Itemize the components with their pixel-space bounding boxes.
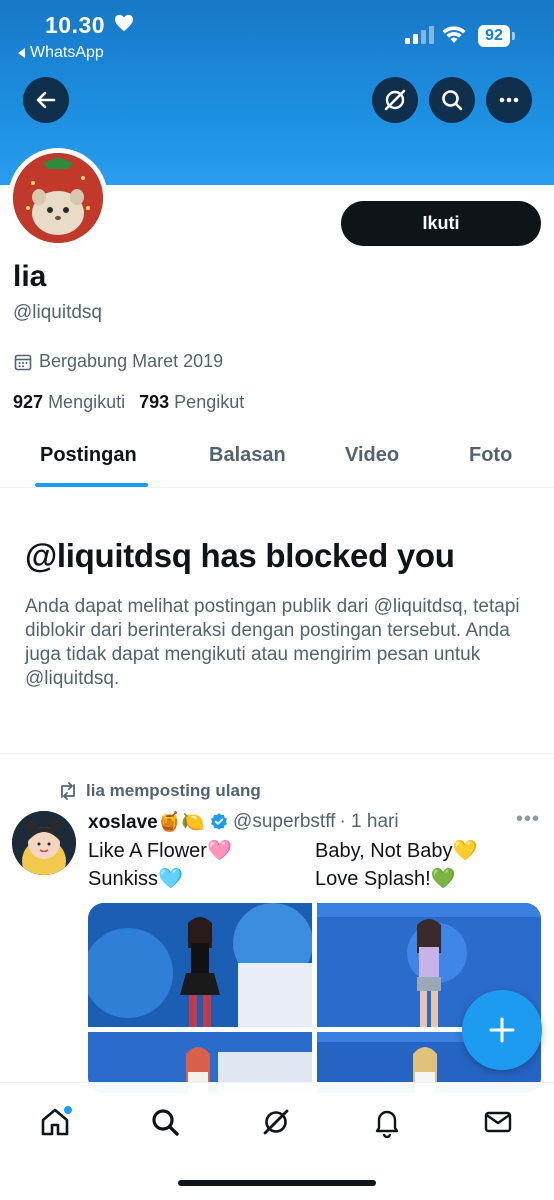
follow-stats: 927 Mengikuti 793 Pengikut <box>13 392 244 413</box>
tab-balasan[interactable]: Balasan <box>209 444 286 467</box>
back-triangle-icon <box>18 48 25 58</box>
status-time: 10.30 <box>45 12 106 38</box>
repost-indicator: lia memposting ulang <box>58 781 261 801</box>
tweet-photo[interactable] <box>88 903 312 1027</box>
tweet-author-avatar[interactable] <box>12 811 76 875</box>
arrow-left-icon <box>36 91 56 109</box>
status-bar: 10.30 WhatsApp 92 <box>0 0 554 70</box>
joined-date: Bergabung Maret 2019 <box>13 351 223 372</box>
follow-button[interactable]: Ikuti <box>341 201 541 246</box>
repost-label[interactable]: lia memposting ulang <box>86 781 261 801</box>
nav-messages[interactable] <box>481 1105 515 1139</box>
tab-postingan[interactable]: Postingan <box>40 444 137 467</box>
verified-badge-icon <box>211 813 227 830</box>
followers-label: Pengikut <box>174 392 245 412</box>
followers-link[interactable]: 793 Pengikut <box>139 392 244 413</box>
repost-icon <box>61 782 75 800</box>
search-button[interactable] <box>429 77 475 123</box>
profile-name: lia <box>13 260 47 293</box>
nav-grok[interactable] <box>259 1105 293 1139</box>
more-horizontal-icon <box>499 97 519 103</box>
tweet-line: Sunkiss🩵 <box>88 868 183 890</box>
grok-icon <box>384 89 406 111</box>
back-to-app-link[interactable]: WhatsApp <box>18 44 104 62</box>
battery-icon: 92 <box>478 25 515 47</box>
nav-search[interactable] <box>148 1105 182 1139</box>
search-icon <box>152 1109 179 1136</box>
tweet-header: xoslave🍯🍋 @superbstff · 1 hari <box>88 810 399 834</box>
following-label: Mengikuti <box>48 392 126 412</box>
battery-level: 92 <box>478 25 510 47</box>
tweet-media-grid <box>88 903 541 1093</box>
search-icon <box>442 90 463 111</box>
compose-button[interactable] <box>462 990 542 1070</box>
blocked-description: Anda dapat melihat postingan publik dari… <box>25 596 520 689</box>
tweet-more-icon[interactable]: ••• <box>516 808 540 831</box>
bell-icon <box>375 1110 399 1138</box>
home-icon <box>41 1106 72 1136</box>
tweet-line: Baby, Not Baby💛 <box>315 840 478 862</box>
following-count: 927 <box>13 392 44 412</box>
grok-icon <box>263 1109 289 1135</box>
back-app-label: WhatsApp <box>30 44 104 61</box>
calendar-icon <box>14 354 32 370</box>
plus-icon <box>489 1017 515 1043</box>
mail-icon <box>484 1111 512 1133</box>
tweet-line: Love Splash!💚 <box>315 868 456 890</box>
profile-handle: @liquitdsq <box>13 302 102 323</box>
active-tab-indicator <box>35 483 148 487</box>
heart-icon <box>114 14 134 37</box>
blocked-title: @liquitdsq has blocked you <box>25 537 455 574</box>
nav-notifications[interactable] <box>370 1105 404 1139</box>
nav-home[interactable] <box>38 1105 72 1139</box>
followers-count: 793 <box>139 392 170 412</box>
tweet-author-name[interactable]: xoslave🍯🍋 <box>88 810 205 834</box>
home-indicator <box>178 1180 376 1186</box>
more-options-button[interactable] <box>486 77 532 123</box>
wifi-icon <box>441 24 467 49</box>
grok-button[interactable] <box>372 77 418 123</box>
tweet-author-handle[interactable]: @superbstff <box>233 811 335 833</box>
following-link[interactable]: 927 Mengikuti <box>13 392 125 413</box>
tab-video[interactable]: Video <box>345 444 399 467</box>
tweet-line: Like A Flower🩷 <box>88 840 232 862</box>
tab-foto[interactable]: Foto <box>469 444 512 467</box>
back-button[interactable] <box>23 77 69 123</box>
divider <box>0 753 554 754</box>
cellular-signal-icon <box>405 26 434 44</box>
joined-label: Bergabung Maret 2019 <box>39 351 224 371</box>
profile-tabs: Postingan Balasan Video Foto <box>0 430 554 488</box>
tweet-time[interactable]: · 1 hari <box>339 811 398 833</box>
profile-avatar[interactable] <box>8 148 108 248</box>
